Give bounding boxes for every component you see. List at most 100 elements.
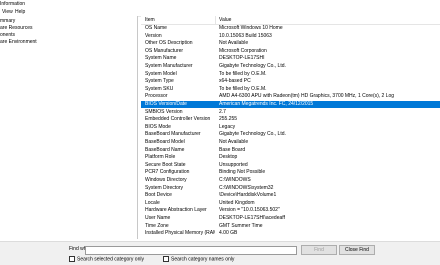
table-row[interactable]: System Manufacturer Gigabyte Technology C… xyxy=(141,63,440,70)
row-value: Gigabyte Technology Co., Ltd. xyxy=(219,63,286,69)
row-item: System Manufacturer xyxy=(145,63,193,69)
row-item: BaseBoard Manufacturer xyxy=(145,131,201,138)
table-row[interactable]: SMBIOS Version 2.7 xyxy=(141,109,440,116)
column-header-value[interactable]: Value xyxy=(219,17,231,24)
row-value: Legacy xyxy=(219,123,236,130)
row-item: Windows Directory xyxy=(145,177,187,183)
row-item: Hardware Abstraction Layer xyxy=(145,207,207,214)
menu-help[interactable]: Help xyxy=(15,8,25,16)
category-tree[interactable]: mmary are Resources onents are Environme… xyxy=(0,16,138,239)
search-selected-category-checkbox[interactable]: Search selected category only xyxy=(69,256,144,262)
search-category-names-checkbox[interactable]: Search category names only xyxy=(163,256,234,262)
row-item: SMBIOS Version xyxy=(145,108,183,115)
close-find-button[interactable]: Close Find xyxy=(339,245,375,255)
row-item: BaseBoard Model xyxy=(145,139,185,145)
table-row[interactable]: System Directory C:\WINDOWS\system32 xyxy=(141,185,440,192)
table-row[interactable]: Platform Role Desktop xyxy=(141,154,440,161)
row-item: Time Zone xyxy=(145,222,169,229)
row-value: C:\WINDOWS\system32 xyxy=(219,184,274,191)
tree-item-software-environment[interactable]: are Environment xyxy=(0,39,37,46)
row-value: Version = "10.0.15063.502" xyxy=(219,207,280,214)
menu-view[interactable]: View xyxy=(2,8,13,16)
table-row[interactable]: Secure Boot State Unsupported xyxy=(141,162,440,169)
checkbox-box[interactable] xyxy=(69,256,75,262)
row-value: American Megatrends Inc. FC, 24/12/2015 xyxy=(219,101,314,107)
row-value: Unsupported xyxy=(219,161,248,168)
row-value: Binding Not Possible xyxy=(219,169,266,176)
row-value: 2.7 xyxy=(219,108,226,115)
row-item: OS Manufacturer xyxy=(145,47,184,54)
find-button[interactable]: Find xyxy=(301,245,337,255)
row-value: 4.00 GB xyxy=(219,230,238,237)
row-item: System Model xyxy=(145,70,177,77)
tree-item-hardware-resources[interactable]: are Resources xyxy=(0,25,33,32)
row-item: System Name xyxy=(145,55,177,62)
row-item: Installed Physical Memory (RAM) xyxy=(145,230,215,237)
details-table: Item Value OS Name Microsoft Windows 10 H… xyxy=(141,16,440,239)
row-value: GMT Summer Time xyxy=(219,222,263,229)
row-value: Not Available xyxy=(219,139,249,145)
row-value: C:\WINDOWS xyxy=(219,177,251,183)
row-value: To be filled by O.E.M. xyxy=(219,85,267,92)
row-value: To be filled by O.E.M. xyxy=(219,70,267,77)
row-value: 255.255 xyxy=(219,116,238,123)
table-row[interactable]: BaseBoard Name Base Board xyxy=(141,147,440,154)
table-row[interactable]: Time Zone GMT Summer Time xyxy=(141,223,440,230)
table-row[interactable]: Windows Directory C:\WINDOWS xyxy=(141,177,440,184)
table-row[interactable]: BaseBoard Manufacturer Gigabyte Technolog… xyxy=(141,131,440,138)
title-bar: Information xyxy=(0,0,440,8)
table-row[interactable]: System SKU To be filled by O.E.M. xyxy=(141,86,440,93)
table-row[interactable]: BIOS Mode Legacy xyxy=(141,124,440,131)
row-item: System Type xyxy=(145,78,174,85)
table-row[interactable]: BaseBoard Model Not Available xyxy=(141,139,440,146)
table-row[interactable]: Hardware Abstraction Layer Version = "10.… xyxy=(141,207,440,214)
row-item: System Directory xyxy=(145,184,184,191)
table-row[interactable]: Installed Physical Memory (RAM) 4.00 GB xyxy=(141,230,440,237)
table-row[interactable]: BIOS Version/Date American Megatrends Inc… xyxy=(141,101,440,108)
table-row[interactable]: Processor AMD A4-6300 APU with Radeon(tm)… xyxy=(141,93,440,100)
row-item: Locale xyxy=(145,199,160,206)
table-row[interactable]: Boot Device \Device\HarddiskVolume1 xyxy=(141,192,440,199)
table-row[interactable]: PCR7 Configuration Binding Not Possible xyxy=(141,169,440,176)
row-value: Desktop xyxy=(219,154,238,161)
row-value: 10.0.15063 Build 15063 xyxy=(219,32,272,39)
table-header: Item Value xyxy=(141,16,440,25)
table-row[interactable]: System Name DESKTOP-LE17SHI xyxy=(141,55,440,62)
checkbox-label: Search selected category only xyxy=(77,256,144,263)
column-header-item[interactable]: Item xyxy=(145,17,155,24)
table-row[interactable]: Embedded Controller Version 255.255 xyxy=(141,116,440,123)
table-row[interactable]: Version 10.0.15063 Build 15063 xyxy=(141,33,440,40)
row-item: BIOS Version/Date xyxy=(145,101,187,107)
tree-item-system-summary[interactable]: mmary xyxy=(0,18,15,25)
row-value: x64-based PC xyxy=(219,78,251,85)
row-item: Secure Boot State xyxy=(145,161,186,168)
row-value: United Kingdom xyxy=(219,199,255,206)
row-value: DESKTOP-LE17SHI xyxy=(219,55,265,62)
row-value: Microsoft Windows 10 Home xyxy=(219,25,283,31)
table-row[interactable]: System Type x64-based PC xyxy=(141,78,440,85)
table-row[interactable]: Locale United Kingdom xyxy=(141,200,440,207)
table-row[interactable]: Other OS Description Not Available xyxy=(141,40,440,47)
column-divider[interactable] xyxy=(215,16,216,24)
row-value: \Device\HarddiskVolume1 xyxy=(219,192,277,199)
row-item: BIOS Mode xyxy=(145,123,171,130)
row-value: Not Available xyxy=(219,40,249,47)
row-value: Gigabyte Technology Co., Ltd. xyxy=(219,131,286,138)
row-item: Other OS Description xyxy=(145,40,193,47)
find-bar: Find what: Find Close Find Search select… xyxy=(0,241,440,265)
table-row[interactable]: User Name DESKTOP-LE17SHI\acedeaff xyxy=(141,215,440,222)
row-item: OS Name xyxy=(145,25,167,31)
row-item: Version xyxy=(145,32,162,39)
find-input[interactable] xyxy=(85,246,297,255)
checkbox-label: Search category names only xyxy=(171,256,235,263)
row-item: User Name xyxy=(145,215,171,221)
row-value: DESKTOP-LE17SHI\acedeaff xyxy=(219,215,285,221)
row-item: PCR7 Configuration xyxy=(145,169,190,176)
checkbox-box[interactable] xyxy=(163,256,169,262)
row-item: Boot Device xyxy=(145,192,172,199)
row-value: Base Board xyxy=(219,146,246,153)
table-row[interactable]: System Model To be filled by O.E.M. xyxy=(141,71,440,78)
table-row[interactable]: OS Manufacturer Microsoft Corporation xyxy=(141,48,440,55)
tree-item-components[interactable]: onents xyxy=(0,32,15,39)
table-row[interactable]: OS Name Microsoft Windows 10 Home xyxy=(141,25,440,32)
